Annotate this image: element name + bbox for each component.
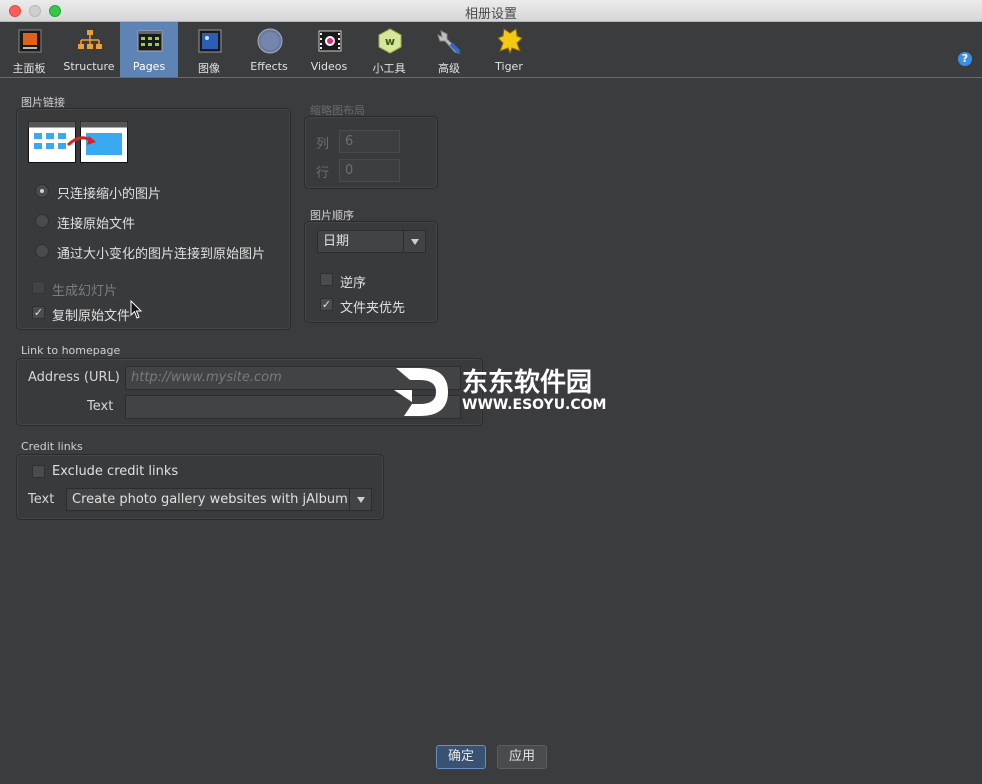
columns-field[interactable]: 6 <box>339 130 400 153</box>
chevron-down-icon <box>403 231 425 252</box>
columns-label: 列 <box>316 137 330 152</box>
image-icon <box>198 29 222 53</box>
effects-icon <box>257 28 283 54</box>
ok-button[interactable]: 确定 <box>436 745 486 769</box>
credit-text-value: Create photo gallery websites with jAlbu… <box>72 492 348 507</box>
tab-images[interactable]: 图像 <box>180 22 238 77</box>
wrench-icon <box>437 30 461 54</box>
tab-images-label: 图像 <box>198 62 220 75</box>
tab-main-label: 主面板 <box>12 62 46 75</box>
main-panel-icon <box>18 29 42 53</box>
link-option-original-label: 连接原始文件 <box>57 217 136 232</box>
credit-links-title: Credit links <box>21 440 83 453</box>
tab-tools[interactable]: w 小工具 <box>360 22 418 77</box>
watermark-url: WWW.ESOYU.COM <box>462 397 607 413</box>
film-icon <box>318 30 342 52</box>
exclude-credit-label: Exclude credit links <box>52 464 179 479</box>
tab-tiger-label: Tiger <box>495 60 523 73</box>
reverse-order-checkbox[interactable] <box>320 273 333 286</box>
watermark: 东东软件园 WWW.ESOYU.COM <box>390 362 606 422</box>
structure-icon <box>78 30 102 49</box>
link-option-scaled-label: 只连接缩小的图片 <box>57 187 162 202</box>
credit-text-select[interactable]: Create photo gallery websites with jAlbu… <box>66 488 372 511</box>
tab-advanced[interactable]: 高级 <box>420 22 478 77</box>
tab-pages-label: Pages <box>132 60 166 73</box>
folders-first-checkbox[interactable]: ✓ <box>320 298 333 311</box>
link-option-scaled-radio[interactable] <box>35 184 49 198</box>
copy-originals-checkbox[interactable]: ✓ <box>32 306 45 319</box>
link-thumbnails-illustration-icon <box>28 121 128 163</box>
title-bar: 相册设置 <box>0 0 982 22</box>
copy-originals-label: 复制原始文件 <box>52 309 131 324</box>
chevron-down-icon <box>349 489 371 510</box>
svg-text:w: w <box>385 35 395 48</box>
watermark-brand: 东东软件园 <box>462 368 593 398</box>
pages-grid-icon <box>137 30 163 52</box>
credit-text-label: Text <box>28 492 55 507</box>
link-option-via-scaled-label: 通过大小变化的图片连接到原始图片 <box>57 247 266 262</box>
link-option-original-radio[interactable] <box>35 214 49 228</box>
watermark-logo-icon <box>394 368 448 416</box>
exclude-credit-checkbox[interactable] <box>32 465 45 478</box>
tab-structure-label: Structure <box>63 60 115 73</box>
tab-main[interactable]: 主面板 <box>0 22 58 77</box>
tab-tools-label: 小工具 <box>372 62 406 75</box>
address-label: Address (URL) <box>28 370 120 385</box>
settings-toolbar: 主面板 Structure Pages 图像 Effects Videos w … <box>0 22 982 78</box>
sort-by-value: 日期 <box>323 234 350 249</box>
help-button[interactable]: ? <box>958 52 972 66</box>
slideshow-label: 生成幻灯片 <box>52 284 118 299</box>
tab-advanced-label: 高级 <box>438 62 460 75</box>
tab-structure[interactable]: Structure <box>60 22 118 77</box>
tab-videos-label: Videos <box>310 60 348 73</box>
reverse-order-label: 逆序 <box>340 276 367 291</box>
slideshow-checkbox[interactable] <box>32 281 45 294</box>
tiger-skin-icon <box>497 28 523 54</box>
tab-effects-label: Effects <box>250 60 288 73</box>
widget-icon: w <box>378 28 402 54</box>
tab-effects[interactable]: Effects <box>240 22 298 77</box>
tab-tiger[interactable]: Tiger <box>480 22 538 77</box>
tab-pages[interactable]: Pages <box>120 22 178 77</box>
homepage-link-title: Link to homepage <box>21 344 121 357</box>
folders-first-label: 文件夹优先 <box>340 301 406 316</box>
window-title: 相册设置 <box>464 7 517 22</box>
link-option-via-scaled-radio[interactable] <box>35 244 49 258</box>
tab-videos[interactable]: Videos <box>300 22 358 77</box>
rows-field[interactable]: 0 <box>339 159 400 182</box>
rows-label: 行 <box>316 166 330 181</box>
sort-by-select[interactable]: 日期 <box>317 230 426 253</box>
homepage-text-label: Text <box>87 399 114 414</box>
apply-button[interactable]: 应用 <box>497 745 547 769</box>
mouse-cursor-icon <box>130 300 143 319</box>
